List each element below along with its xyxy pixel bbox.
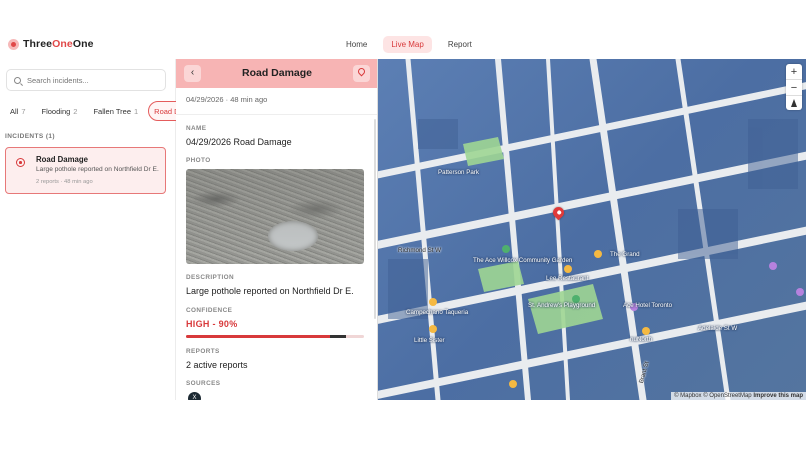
reports-label: REPORTS <box>186 348 220 355</box>
locate-on-map-button[interactable] <box>353 65 370 82</box>
incident-meta: 2 reports · 48 min ago <box>36 179 93 185</box>
map-label-little-sister: Little Sister <box>414 337 445 344</box>
map-label-richmond-st-w: Richmond St W <box>398 247 441 254</box>
location-pin-icon <box>16 158 25 167</box>
compass-icon[interactable] <box>786 96 802 110</box>
filter-chip-count: 1 <box>134 107 139 116</box>
map-label-the-grand: The Grand <box>610 251 640 258</box>
filter-chip-road-damage[interactable]: Road Damage <box>148 101 176 121</box>
map-attribution: © Mapbox © OpenStreetMap Improve this ma… <box>671 392 806 400</box>
incident-card[interactable]: Road Damage Large pothole reported on No… <box>5 147 166 194</box>
name-label: NAME <box>186 125 207 132</box>
incident-sidebar: All7 Flooding2 Fallen Tree1 Road Damage … <box>0 59 176 400</box>
filter-chip-all[interactable]: All 7 <box>4 101 32 121</box>
tab-live-map[interactable]: Live Map <box>383 36 432 53</box>
map-label-lee-restaurant: Lee Restaurant <box>546 275 589 282</box>
brand-logo-icon <box>8 38 19 50</box>
name-value: 04/29/2026 Road Damage <box>186 137 292 147</box>
confidence-bar <box>186 335 364 338</box>
detail-timestamp: 04/29/2026 · 48 min ago <box>186 95 268 104</box>
map-label-community-garden: The Ace Willcox Community Garden <box>473 257 573 264</box>
map-streets <box>378 59 806 400</box>
map-zoom-controls: + − <box>786 64 802 110</box>
description-value: Large pothole reported on Northfield Dr … <box>186 286 354 296</box>
filter-chip-fallen-tree[interactable]: Fallen Tree 1 <box>87 101 144 121</box>
sources-label: SOURCES <box>186 380 221 387</box>
attribution-text: © Mapbox © OpenStreetMap <box>674 393 752 399</box>
search-box[interactable] <box>6 69 166 91</box>
confidence-label: CONFIDENCE <box>186 307 233 314</box>
map-label-adelaide-st-w: Adelaide St W <box>698 325 738 332</box>
map-label-ace-hotel: Ace Hotel Toronto <box>623 302 673 309</box>
incident-description: Large pothole reported on Northfield Dr … <box>36 166 159 173</box>
confidence-value: HIGH - 90% <box>186 319 238 329</box>
incidents-section-label: INCIDENTS (1) <box>5 133 55 140</box>
filter-chip-label: Road Damage <box>154 107 176 116</box>
filter-chips: All7 Flooding2 Fallen Tree1 Road Damage <box>4 101 176 121</box>
map-label-patterson-park: Patterson Park <box>438 169 479 176</box>
map-pin-icon <box>356 66 367 77</box>
search-icon <box>14 76 21 84</box>
top-navigation: ThreeOneOne Home Live Map Report <box>0 32 806 59</box>
filter-chip-count: 7 <box>21 107 26 116</box>
description-label: DESCRIPTION <box>186 274 235 281</box>
divider <box>176 114 377 115</box>
incident-title: Road Damage <box>36 155 88 164</box>
filter-chip-label: Fallen Tree <box>93 107 131 116</box>
tab-home[interactable]: Home <box>338 36 375 53</box>
filter-chip-label: All <box>10 107 19 116</box>
detail-title: Road Damage <box>241 67 313 79</box>
photo-label: PHOTO <box>186 157 211 164</box>
confidence-bar-fill <box>186 335 347 338</box>
improve-map-link[interactable]: Improve this map <box>753 393 803 399</box>
map-label-st-andrews-playground: St. Andrew's Playground <box>528 302 596 309</box>
brand[interactable]: ThreeOneOne <box>8 38 94 50</box>
filter-chip-count: 2 <box>73 107 78 116</box>
search-input[interactable] <box>27 75 157 85</box>
confidence-bar-end <box>330 335 347 338</box>
incident-photo[interactable] <box>186 169 364 264</box>
detail-header: ‹ Road Damage <box>176 59 377 88</box>
zoom-in-button[interactable]: + <box>786 64 802 80</box>
filter-chip-flooding[interactable]: Flooding 2 <box>36 101 84 121</box>
incident-detail-panel: ‹ Road Damage 04/29/2026 · 48 min ago NA… <box>176 59 378 400</box>
tab-report[interactable]: Report <box>440 36 480 53</box>
live-map[interactable]: St. Andrew's Playground Ace Hotel Toront… <box>378 59 806 400</box>
detail-scrollbar[interactable] <box>374 119 376 319</box>
map-label-nunorth: nuNorth <box>630 336 653 343</box>
source-x-avatar[interactable]: X <box>188 392 201 400</box>
map-label-campechano-taqueria: Campechano Taqueria <box>406 309 469 316</box>
nav-tabs: Home Live Map Report <box>338 36 480 53</box>
reports-value: 2 active reports <box>186 360 248 370</box>
zoom-out-button[interactable]: − <box>786 80 802 96</box>
filter-chip-label: Flooding <box>41 107 71 116</box>
brand-name: ThreeOneOne <box>23 38 94 50</box>
